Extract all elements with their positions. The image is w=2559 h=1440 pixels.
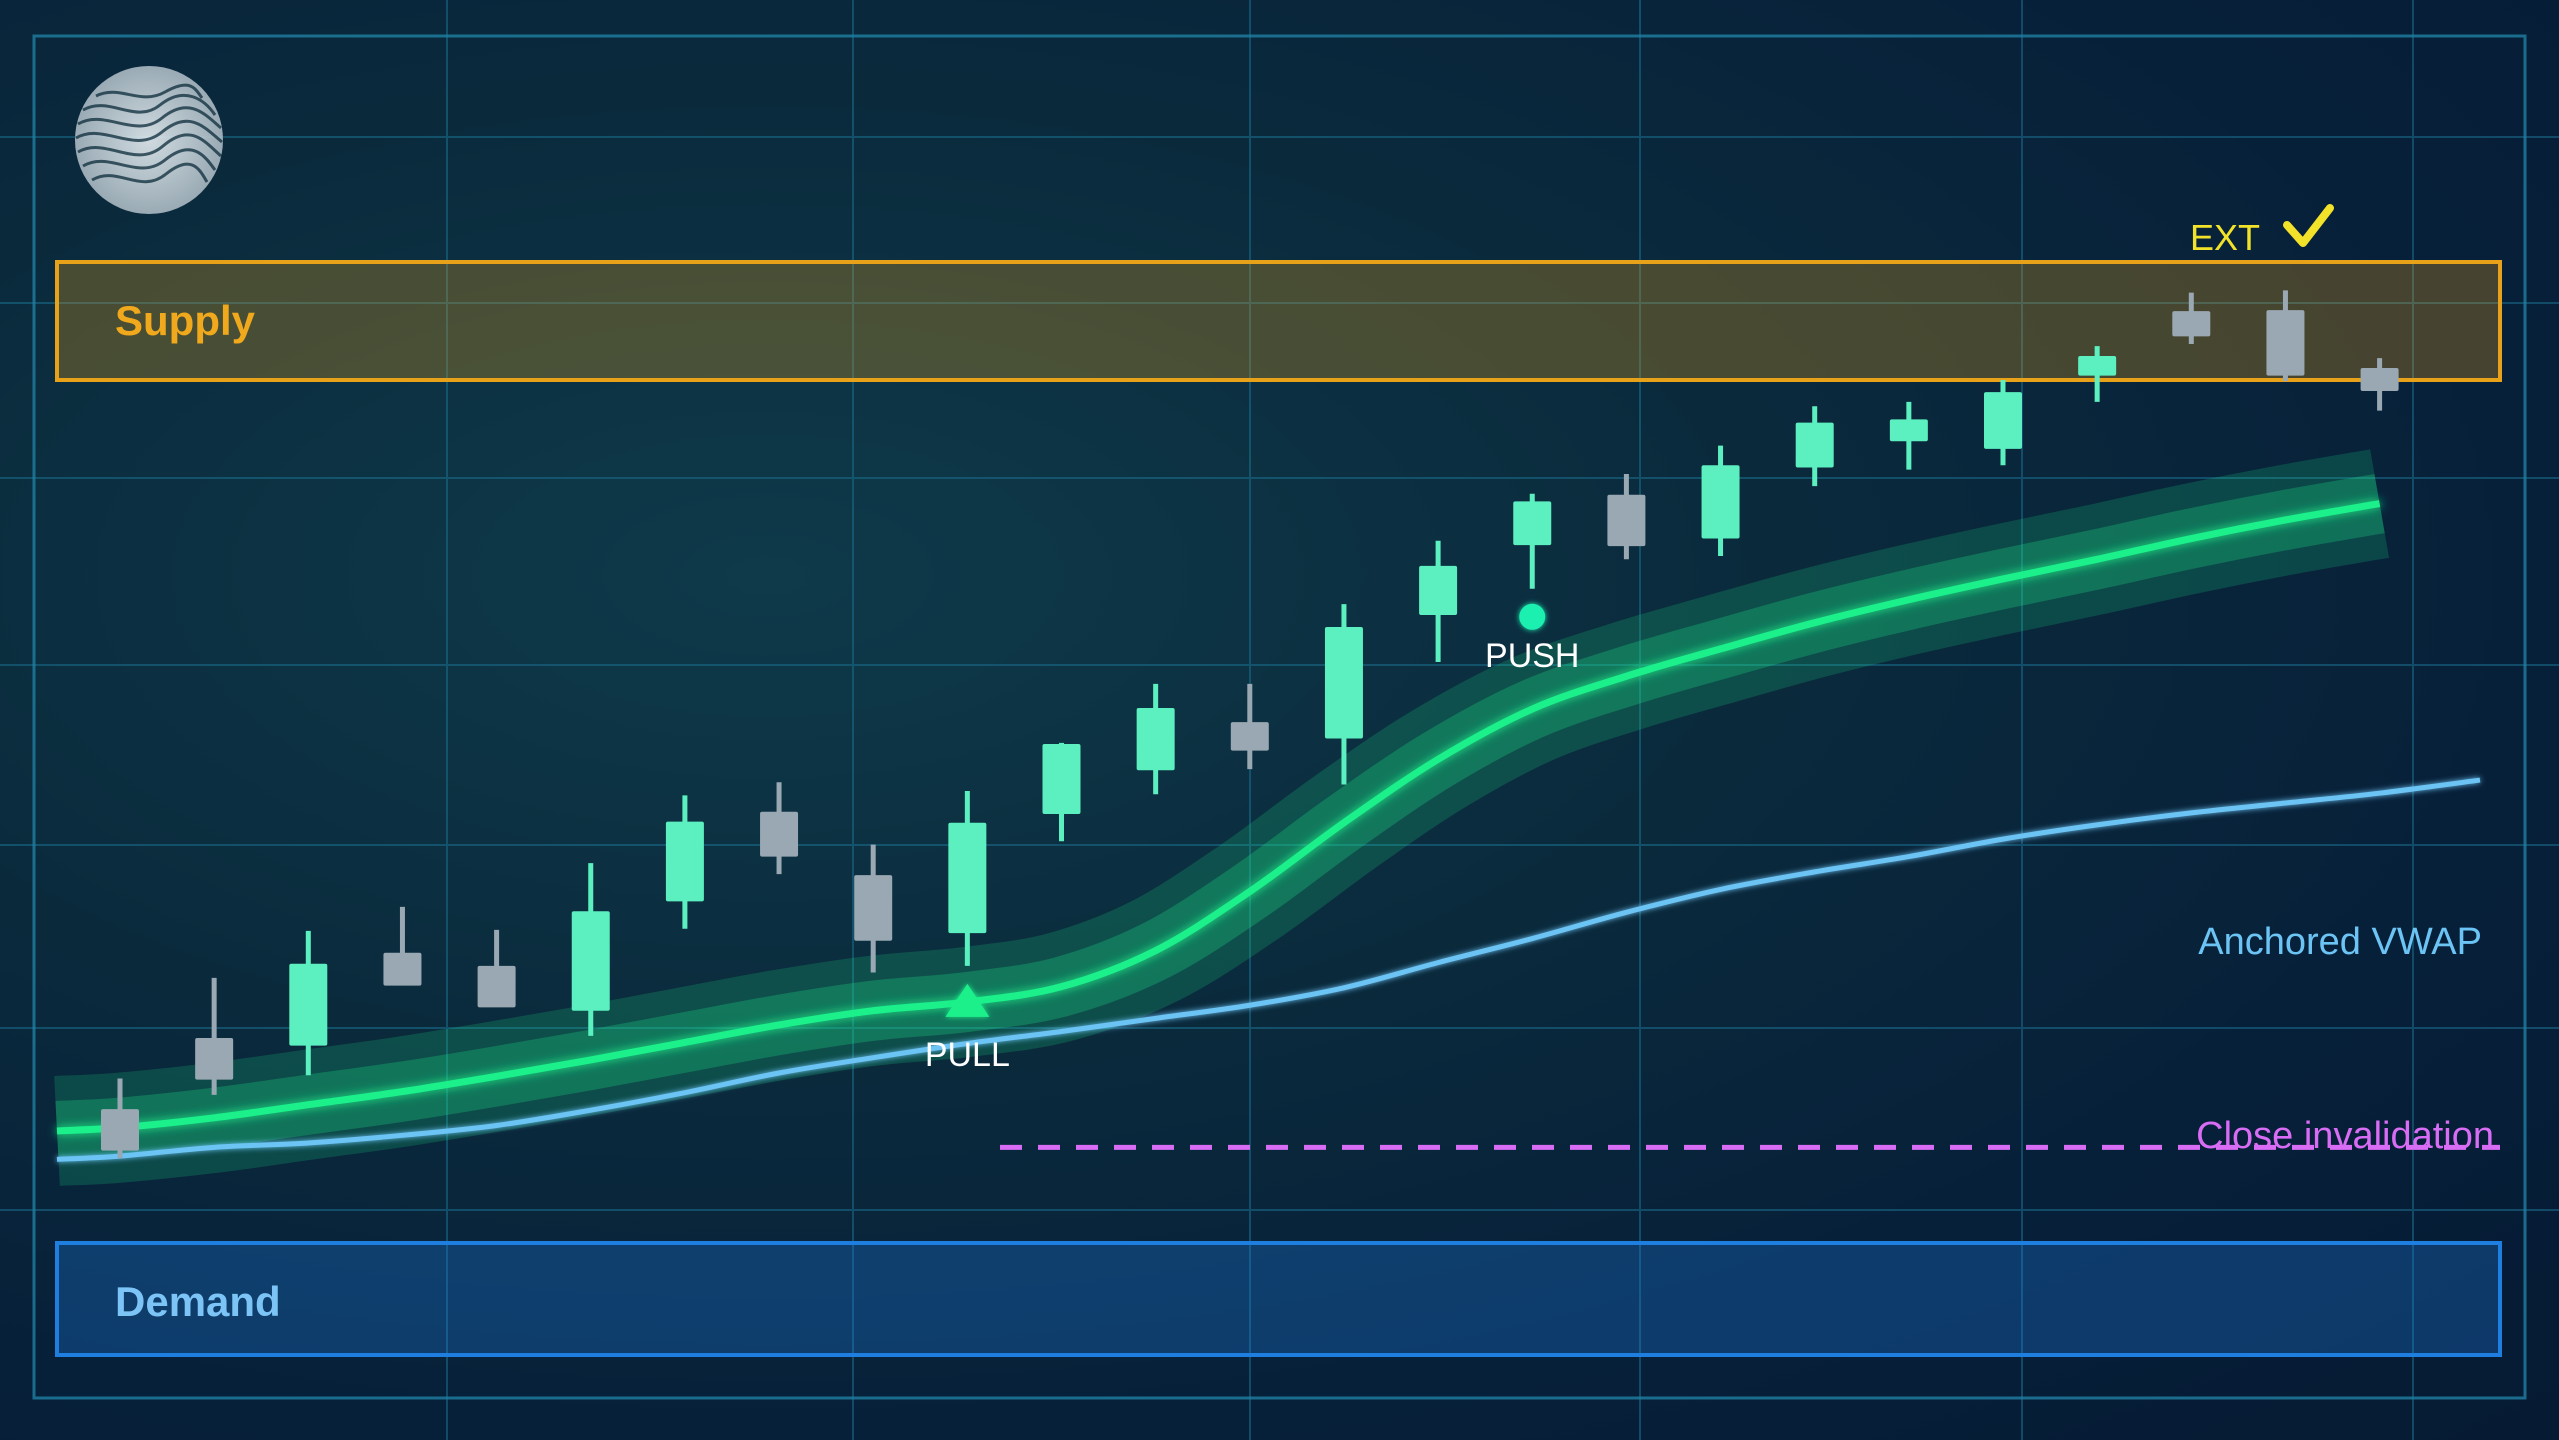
candle-bull <box>1136 683 1175 795</box>
candle-body <box>854 875 893 941</box>
trade-setup-chart: Supply Demand Close invalidation Anchore… <box>0 0 2559 1440</box>
candle-bear <box>383 906 422 986</box>
candle-bull <box>571 863 610 1036</box>
anchored-vwap-label: Anchored VWAP <box>2198 921 2482 963</box>
candle-body <box>760 811 799 857</box>
candle-body <box>571 911 610 1011</box>
supply-zone-box <box>55 260 2502 382</box>
candle-bull <box>1042 742 1081 842</box>
candle-body <box>1984 392 2022 449</box>
dot-icon <box>1519 603 1546 630</box>
candle-body <box>1042 744 1081 814</box>
candle-body <box>1230 722 1269 751</box>
candle-body <box>2172 311 2211 337</box>
candle-body <box>1795 422 1834 468</box>
fingerprint-wave-logo-icon <box>75 66 223 214</box>
candle-body <box>289 963 328 1046</box>
ema-band <box>54 449 2390 1186</box>
candle-bear <box>1230 683 1269 770</box>
candle-bull <box>1889 401 1928 470</box>
candle-bull <box>665 795 704 929</box>
candle-body <box>1513 501 1552 546</box>
ext-marker: EXT <box>2190 204 2334 258</box>
ext-label: EXT <box>2190 217 2260 258</box>
candle-bull <box>1984 380 2022 466</box>
supply-zone: Supply <box>55 260 2502 382</box>
candle-bull <box>948 791 987 966</box>
supply-label: Supply <box>115 297 256 344</box>
candle-body <box>477 965 516 1008</box>
demand-zone: Demand <box>55 1241 2502 1357</box>
candle-bear <box>854 844 893 973</box>
candle-bull <box>1513 493 1552 589</box>
candle-body <box>1607 494 1646 547</box>
push-marker: PUSH <box>1485 603 1579 675</box>
candle-body <box>1701 465 1740 539</box>
candle-bull <box>1701 445 1740 557</box>
demand-zone-box <box>55 1241 2502 1357</box>
candle-body <box>1419 565 1458 616</box>
close-invalidation: Close invalidation <box>1000 1115 2500 1157</box>
candle-bear <box>760 782 799 875</box>
candle-body <box>195 1038 234 1080</box>
candle-body <box>1889 419 1928 442</box>
candle-bear <box>477 929 516 1008</box>
push-label: PUSH <box>1485 637 1579 675</box>
close-invalidation-label: Close invalidation <box>2196 1115 2494 1157</box>
candle-body <box>101 1109 139 1151</box>
candle-body <box>2078 355 2117 376</box>
candle-body <box>383 952 422 986</box>
chart-frame <box>32 34 2527 1400</box>
candle-body <box>2266 310 2305 376</box>
demand-label: Demand <box>115 1278 281 1325</box>
candle-body <box>948 822 987 934</box>
candle-body <box>1136 707 1175 771</box>
candle-body <box>2360 368 2399 391</box>
candle-body <box>1324 627 1363 739</box>
candle-bear <box>195 977 234 1095</box>
candle-body <box>665 821 704 902</box>
chart-grid <box>0 0 2559 1440</box>
candle-bull <box>1419 540 1458 663</box>
candle-bull <box>1795 406 1834 487</box>
checkmark-icon <box>2283 204 2334 247</box>
pull-label: PULL <box>925 1036 1010 1074</box>
